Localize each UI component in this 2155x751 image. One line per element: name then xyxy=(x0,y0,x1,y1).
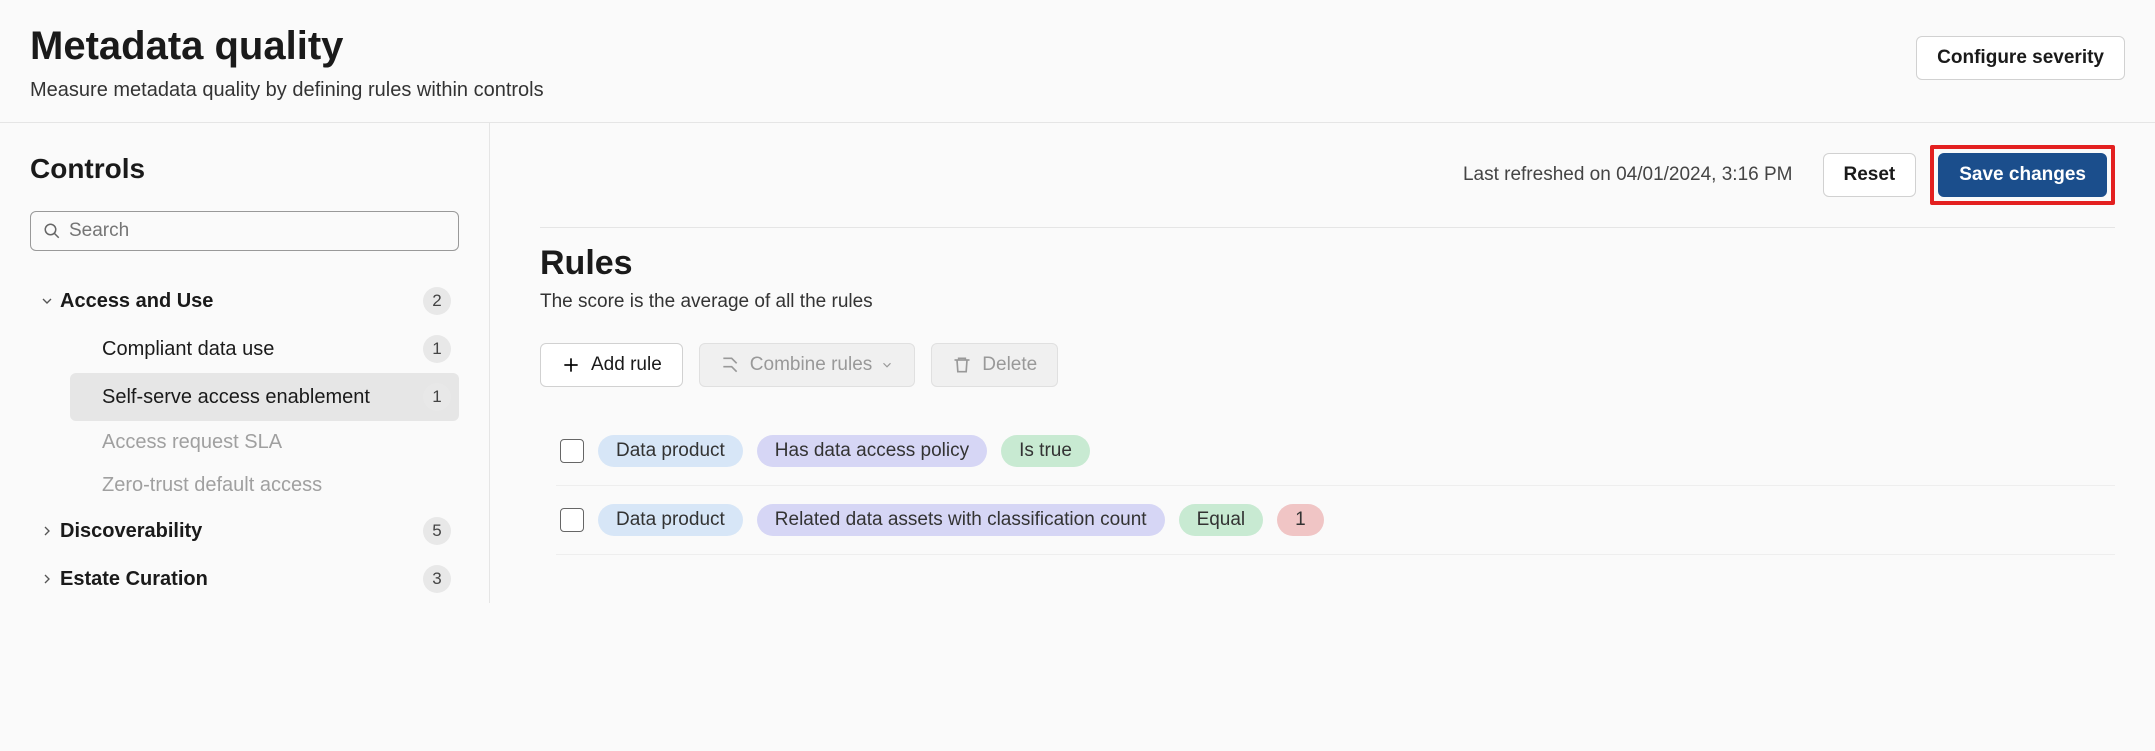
search-input[interactable] xyxy=(69,220,446,242)
page-title: Metadata quality xyxy=(30,24,1916,69)
combine-rules-label: Combine rules xyxy=(750,354,873,376)
rule-list: Data product Has data access policy Is tru… xyxy=(540,417,2115,555)
rules-subheading: The score is the average of all the rule… xyxy=(540,291,2115,313)
tree-count-badge: 1 xyxy=(423,335,451,363)
rule-operator-pill[interactable]: Equal xyxy=(1179,504,1264,536)
last-refreshed-text: Last refreshed on 04/01/2024, 3:16 PM xyxy=(1463,164,1793,186)
rules-toolbar: Add rule Combine rules xyxy=(540,343,2115,387)
tree-group[interactable]: Access and Use2 xyxy=(30,277,459,325)
trash-icon xyxy=(952,355,972,375)
rule-operator-pill[interactable]: Is true xyxy=(1001,435,1090,467)
controls-heading: Controls xyxy=(30,153,459,185)
chevron-down-icon xyxy=(880,358,894,372)
combine-rules-button[interactable]: Combine rules xyxy=(699,343,916,387)
rule-row: Data product Has data access policy Is tru… xyxy=(556,417,2115,486)
rule-attribute-pill[interactable]: Related data assets with classification … xyxy=(757,504,1165,536)
add-rule-label: Add rule xyxy=(591,354,662,376)
chevron-down-icon xyxy=(34,293,60,309)
tree-item[interactable]: Access request SLA xyxy=(70,421,459,464)
rule-entity-pill[interactable]: Data product xyxy=(598,504,743,536)
delete-rule-label: Delete xyxy=(982,354,1037,376)
plus-icon xyxy=(561,355,581,375)
rules-topbar: Last refreshed on 04/01/2024, 3:16 PM Re… xyxy=(540,145,2115,228)
tree-count-badge: 1 xyxy=(423,383,451,411)
tree-group-label: Access and Use xyxy=(60,290,423,313)
rule-attribute-pill[interactable]: Has data access policy xyxy=(757,435,987,467)
tree-count-badge: 2 xyxy=(423,287,451,315)
tree-count-badge: 3 xyxy=(423,565,451,593)
add-rule-button[interactable]: Add rule xyxy=(540,343,683,387)
controls-search[interactable] xyxy=(30,211,459,251)
save-highlight-box: Save changes xyxy=(1930,145,2115,205)
tree-group-label: Estate Curation xyxy=(60,568,423,591)
rule-row: Data product Related data assets with cla… xyxy=(556,486,2115,555)
tree-item-label: Zero-trust default access xyxy=(102,474,451,497)
rule-value-pill[interactable]: 1 xyxy=(1277,504,1324,536)
rule-entity-pill[interactable]: Data product xyxy=(598,435,743,467)
tree-group[interactable]: Estate Curation3 xyxy=(30,555,459,603)
controls-tree: Access and Use2Compliant data use1Self-s… xyxy=(30,277,459,603)
tree-item[interactable]: Self-serve access enablement1 xyxy=(70,373,459,421)
reset-button[interactable]: Reset xyxy=(1823,153,1917,197)
save-changes-button[interactable]: Save changes xyxy=(1938,153,2107,197)
page-subtitle: Measure metadata quality by defining rul… xyxy=(30,79,1916,102)
delete-rule-button[interactable]: Delete xyxy=(931,343,1058,387)
content-area: Controls Access and Use2Compliant data u… xyxy=(0,123,2155,603)
tree-item-label: Self-serve access enablement xyxy=(102,386,423,409)
tree-group[interactable]: Discoverability5 xyxy=(30,507,459,555)
chevron-right-icon xyxy=(34,523,60,539)
header-text-block: Metadata quality Measure metadata qualit… xyxy=(30,24,1916,102)
tree-group-label: Discoverability xyxy=(60,520,423,543)
rule-checkbox[interactable] xyxy=(560,439,584,463)
chevron-right-icon xyxy=(34,571,60,587)
rules-panel: Last refreshed on 04/01/2024, 3:16 PM Re… xyxy=(490,123,2155,603)
tree-count-badge: 5 xyxy=(423,517,451,545)
configure-severity-button[interactable]: Configure severity xyxy=(1916,36,2125,80)
rule-checkbox[interactable] xyxy=(560,508,584,532)
tree-item-label: Compliant data use xyxy=(102,338,423,361)
controls-sidebar: Controls Access and Use2Compliant data u… xyxy=(0,123,490,603)
page-header: Metadata quality Measure metadata qualit… xyxy=(0,0,2155,123)
tree-item[interactable]: Zero-trust default access xyxy=(70,464,459,507)
rules-heading: Rules xyxy=(540,244,2115,283)
tree-children: Compliant data use1Self-serve access ena… xyxy=(30,325,459,507)
combine-icon xyxy=(720,355,740,375)
search-icon xyxy=(43,222,61,240)
tree-item[interactable]: Compliant data use1 xyxy=(70,325,459,373)
tree-item-label: Access request SLA xyxy=(102,431,451,454)
